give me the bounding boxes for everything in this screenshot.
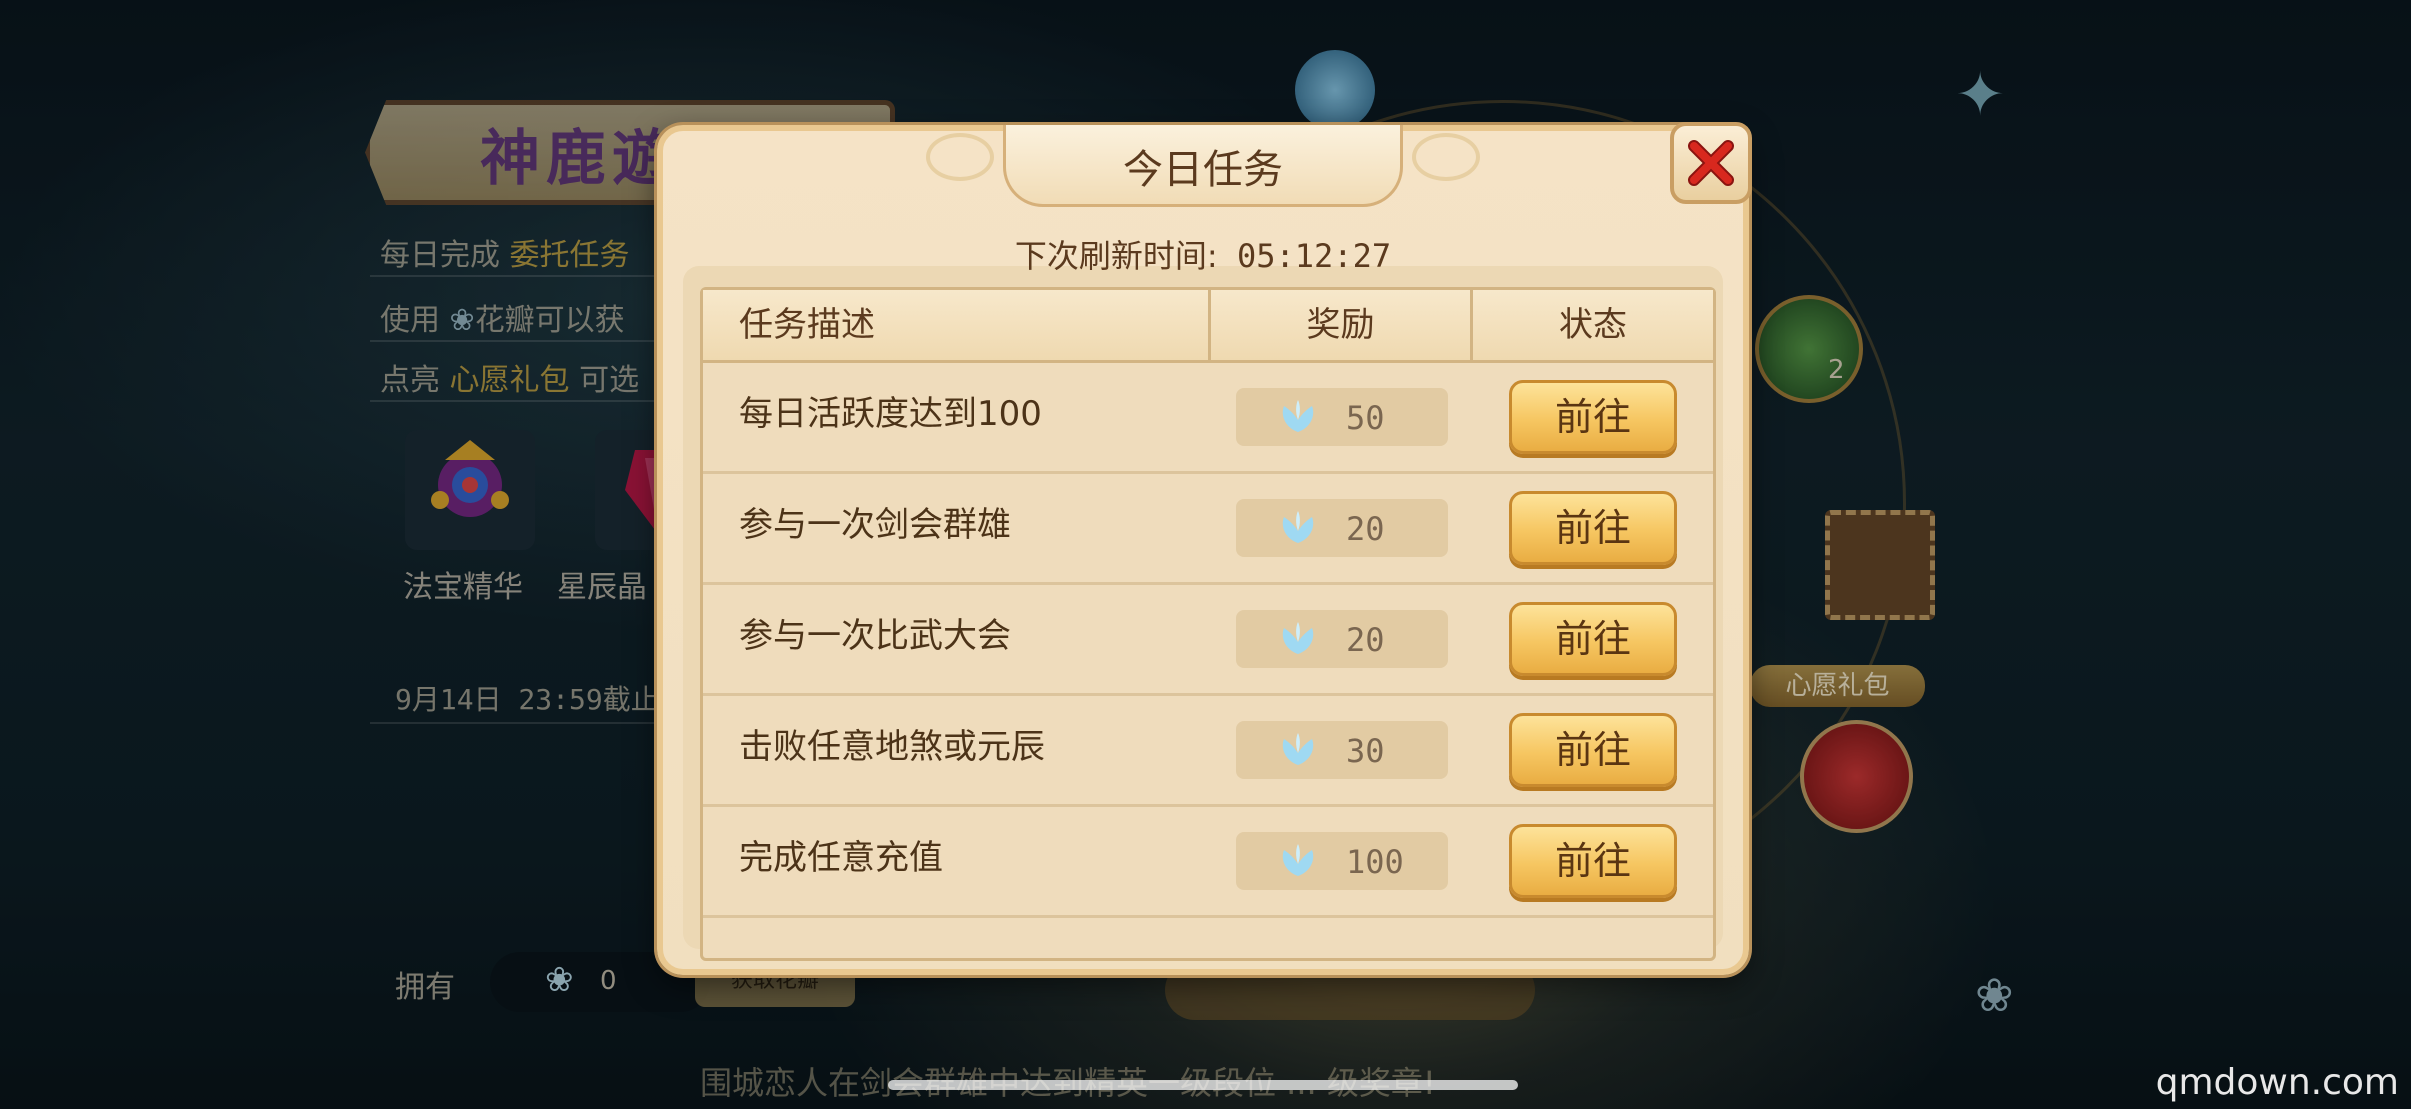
table-header: 任务描述 奖励 状态 — [703, 290, 1713, 363]
cloud-ornament-icon — [1412, 133, 1480, 181]
task-row: 参与一次剑会群雄 20 前往 — [703, 474, 1713, 585]
task-row: 每日活跃度达到100 50 前往 — [703, 363, 1713, 474]
reward-amount: 20 — [1346, 510, 1385, 548]
daily-tasks-dialog: 今日任务 下次刷新时间: 05:12:27 任务描述 奖励 状态 每日活跃度达到… — [657, 125, 1749, 975]
reward-pill: 30 — [1236, 721, 1448, 779]
refresh-time: 05:12:27 — [1236, 237, 1392, 275]
watermark: qmdown.com — [2155, 1062, 2399, 1103]
petal-icon — [1282, 511, 1314, 543]
cloud-ornament-icon — [926, 133, 994, 181]
petal-icon — [1282, 844, 1314, 876]
task-desc: 每日活跃度达到100 — [739, 393, 1042, 434]
reward-pill: 50 — [1236, 388, 1448, 446]
go-button[interactable]: 前往 — [1509, 602, 1677, 676]
home-indicator[interactable] — [888, 1080, 1518, 1090]
task-row: 击败任意地煞或元辰 30 前往 — [703, 696, 1713, 807]
reward-pill: 100 — [1236, 832, 1448, 890]
header-desc: 任务描述 — [703, 290, 1211, 360]
dialog-title: 今日任务 — [1123, 147, 1283, 193]
go-button[interactable]: 前往 — [1509, 491, 1677, 565]
reward-pill: 20 — [1236, 610, 1448, 668]
title-tab: 今日任务 — [926, 125, 1480, 207]
go-button[interactable]: 前往 — [1509, 380, 1677, 454]
petal-icon — [1282, 400, 1314, 432]
header-status: 状态 — [1559, 305, 1627, 345]
refresh-timer: 下次刷新时间: 05:12:27 — [1014, 237, 1392, 275]
close-icon — [1688, 140, 1734, 186]
task-desc: 击败任意地煞或元辰 — [739, 726, 1045, 767]
task-desc: 参与一次比武大会 — [739, 615, 1011, 656]
task-table: 任务描述 奖励 状态 每日活跃度达到100 50 前往 参与一次剑会群雄 20 … — [700, 287, 1716, 961]
reward-amount: 50 — [1346, 399, 1385, 437]
table-footer-space — [703, 918, 1713, 958]
reward-amount: 100 — [1346, 843, 1404, 881]
petal-icon — [1282, 622, 1314, 654]
task-desc: 完成任意充值 — [739, 837, 943, 878]
task-row: 完成任意充值 100 前往 — [703, 807, 1713, 918]
close-button[interactable] — [1670, 122, 1752, 204]
reward-pill: 20 — [1236, 499, 1448, 557]
task-desc: 参与一次剑会群雄 — [739, 504, 1011, 545]
petal-icon — [1282, 733, 1314, 765]
go-button[interactable]: 前往 — [1509, 713, 1677, 787]
reward-amount: 20 — [1346, 621, 1385, 659]
reward-amount: 30 — [1346, 732, 1385, 770]
task-row: 参与一次比武大会 20 前往 — [703, 585, 1713, 696]
header-reward: 奖励 — [1211, 290, 1473, 360]
go-button[interactable]: 前往 — [1509, 824, 1677, 898]
